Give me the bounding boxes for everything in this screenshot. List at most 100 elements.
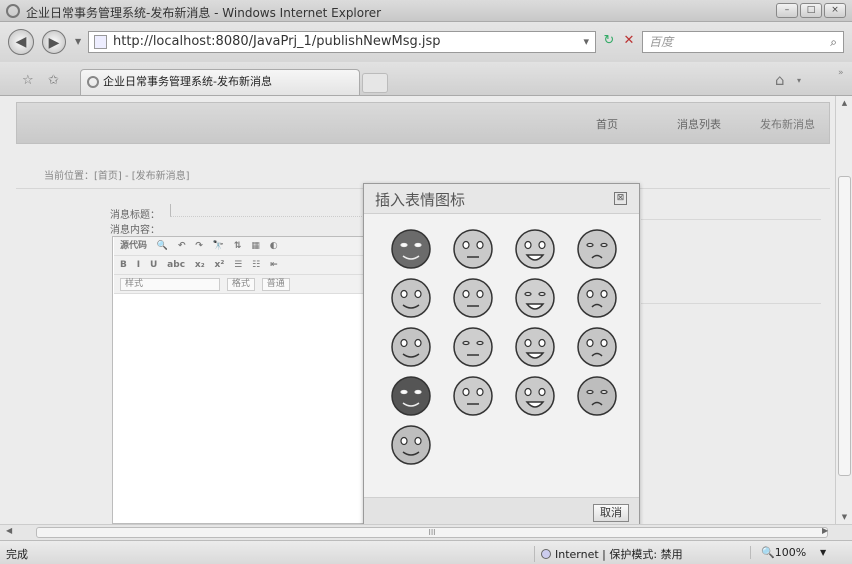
- url-dropdown-icon[interactable]: ▾: [583, 32, 589, 52]
- grin-icon: [453, 326, 493, 367]
- recent-pages-dropdown[interactable]: ▼: [75, 37, 81, 46]
- dialog-close-icon[interactable]: ⊠: [614, 192, 627, 205]
- cancel-button[interactable]: 取消: [593, 504, 629, 522]
- laugh-icon: [577, 326, 617, 367]
- emoticon-relieved[interactable]: [504, 371, 566, 420]
- horizontal-scroll-thumb[interactable]: III: [36, 527, 828, 538]
- window-title: 企业日常事务管理系统-发布新消息 - Windows Internet Expl…: [26, 6, 382, 20]
- table-button[interactable]: ▦: [251, 237, 260, 255]
- tab-page-icon: [87, 76, 99, 88]
- italic-button[interactable]: I: [137, 256, 140, 274]
- preview-button[interactable]: 🔍: [157, 237, 168, 255]
- phone-icon: [453, 228, 493, 269]
- scroll-right-arrow-icon[interactable]: ▶: [822, 526, 828, 535]
- wink-icon: [453, 277, 493, 318]
- emoticon-worried[interactable]: [504, 273, 566, 322]
- address-input[interactable]: http://localhost:8080/JavaPrj_1/publishN…: [88, 31, 596, 53]
- emoticon-wink[interactable]: [442, 273, 504, 322]
- find-button[interactable]: 🔭: [213, 237, 224, 255]
- maximize-button[interactable]: □: [800, 3, 822, 18]
- zone-text: Internet | 保护模式: 禁用: [555, 548, 683, 561]
- vertical-scroll-thumb[interactable]: [838, 176, 851, 476]
- emoticon-tongue[interactable]: [504, 322, 566, 371]
- stop-button[interactable]: ✕: [621, 33, 637, 51]
- emoticon-wave[interactable]: [504, 224, 566, 273]
- emoticon-grin[interactable]: [442, 322, 504, 371]
- outdent-button[interactable]: ⇤: [270, 256, 278, 274]
- scroll-up-arrow-icon[interactable]: ▲: [836, 96, 852, 110]
- emoticon-shout[interactable]: [380, 420, 442, 469]
- tongue-icon: [515, 326, 555, 367]
- format-select[interactable]: 格式: [226, 278, 255, 291]
- search-input[interactable]: 百度 ⌕: [642, 31, 844, 53]
- nav-home-link[interactable]: 首页: [596, 116, 618, 132]
- strike-button[interactable]: abc: [167, 256, 185, 274]
- right-toolbar-strip: [641, 194, 821, 220]
- status-text: 完成: [6, 548, 28, 561]
- flash-button[interactable]: ◐: [270, 237, 278, 255]
- shout-icon: [391, 424, 431, 465]
- emoticon-shush[interactable]: [442, 371, 504, 420]
- title-label: 消息标题：: [110, 210, 160, 221]
- emoticon-yawn[interactable]: [380, 322, 442, 371]
- horizontal-scrollbar[interactable]: ◀ III ▶: [0, 524, 852, 540]
- close-window-button[interactable]: ×: [824, 3, 846, 18]
- back-button[interactable]: ◀: [8, 29, 34, 55]
- zoom-dropdown-icon[interactable]: ▼: [820, 548, 826, 557]
- vertical-scrollbar[interactable]: ▲ ▼: [835, 96, 852, 524]
- style-select[interactable]: 样式: [120, 278, 220, 291]
- minimize-button[interactable]: –: [776, 3, 798, 18]
- emoticon-sleepy[interactable]: [380, 273, 442, 322]
- nav-message-list-link[interactable]: 消息列表: [677, 116, 721, 132]
- devil-icon: [391, 375, 431, 416]
- url-text: http://localhost:8080/JavaPrj_1/publishN…: [113, 34, 441, 49]
- zoom-level[interactable]: 🔍100%: [750, 546, 806, 559]
- ordered-list-button[interactable]: ☰: [234, 256, 242, 274]
- message-title-input[interactable]: [170, 204, 366, 217]
- tab-toolbar: ☆ ✩ 企业日常事务管理系统-发布新消息 ⌂ ▾ »: [0, 62, 852, 96]
- ie-logo-icon: [6, 4, 20, 18]
- nav-publish-link[interactable]: 发布新消息: [760, 116, 815, 132]
- security-zone[interactable]: Internet | 保护模式: 禁用: [534, 546, 683, 562]
- shush-icon: [453, 375, 493, 416]
- bold-button[interactable]: B: [120, 256, 127, 274]
- unordered-list-button[interactable]: ☷: [252, 256, 260, 274]
- emoticon-laugh[interactable]: [566, 322, 628, 371]
- relieved-icon: [515, 375, 555, 416]
- more-tools-chevron-icon[interactable]: »: [838, 68, 844, 78]
- emoticon-ninja[interactable]: [380, 224, 442, 273]
- favorites-star-icon[interactable]: ☆: [22, 73, 34, 88]
- emoticon-kiss[interactable]: [566, 224, 628, 273]
- format-value[interactable]: 普通: [261, 278, 290, 291]
- blank-icon: [577, 375, 617, 416]
- tab-title: 企业日常事务管理系统-发布新消息: [103, 75, 272, 88]
- add-favorites-icon[interactable]: ✩: [48, 73, 59, 88]
- new-tab-button[interactable]: [362, 73, 388, 93]
- site-nav: 首页 消息列表 发布新消息: [16, 102, 830, 144]
- status-bar: 完成 Internet | 保护模式: 禁用 🔍100% ▼: [0, 540, 852, 564]
- page-icon: [94, 35, 107, 49]
- active-tab[interactable]: 企业日常事务管理系统-发布新消息: [80, 69, 360, 95]
- globe-icon: [541, 549, 551, 559]
- home-dropdown-icon[interactable]: ▾: [797, 76, 801, 85]
- refresh-button[interactable]: ↻: [601, 33, 617, 51]
- source-code-button[interactable]: 源代码: [120, 237, 147, 255]
- emoticon-thumbs-up[interactable]: [566, 273, 628, 322]
- replace-button[interactable]: ⇅: [234, 237, 242, 255]
- editor-toolbar-row1: 源代码 🔍 ↶ ↷ 🔭 ⇅ ▦ ◐: [114, 237, 366, 256]
- undo-button[interactable]: ↶: [178, 237, 186, 255]
- scroll-down-arrow-icon[interactable]: ▼: [836, 510, 852, 524]
- underline-button[interactable]: U: [150, 256, 157, 274]
- ninja-icon: [391, 228, 431, 269]
- home-icon[interactable]: ⌂: [775, 71, 785, 89]
- emoticon-blank[interactable]: [566, 371, 628, 420]
- emoticon-devil[interactable]: [380, 371, 442, 420]
- emoticon-phone[interactable]: [442, 224, 504, 273]
- forward-button[interactable]: ▶: [42, 30, 66, 54]
- rich-text-editor[interactable]: 源代码 🔍 ↶ ↷ 🔭 ⇅ ▦ ◐ B I U abc x₂ x² ☰ ☷ ⇤ …: [112, 236, 367, 524]
- search-icon[interactable]: ⌕: [830, 32, 837, 52]
- subscript-button[interactable]: x₂: [195, 256, 205, 274]
- redo-button[interactable]: ↷: [195, 237, 203, 255]
- superscript-button[interactable]: x²: [215, 256, 225, 274]
- scroll-left-arrow-icon[interactable]: ◀: [6, 526, 12, 535]
